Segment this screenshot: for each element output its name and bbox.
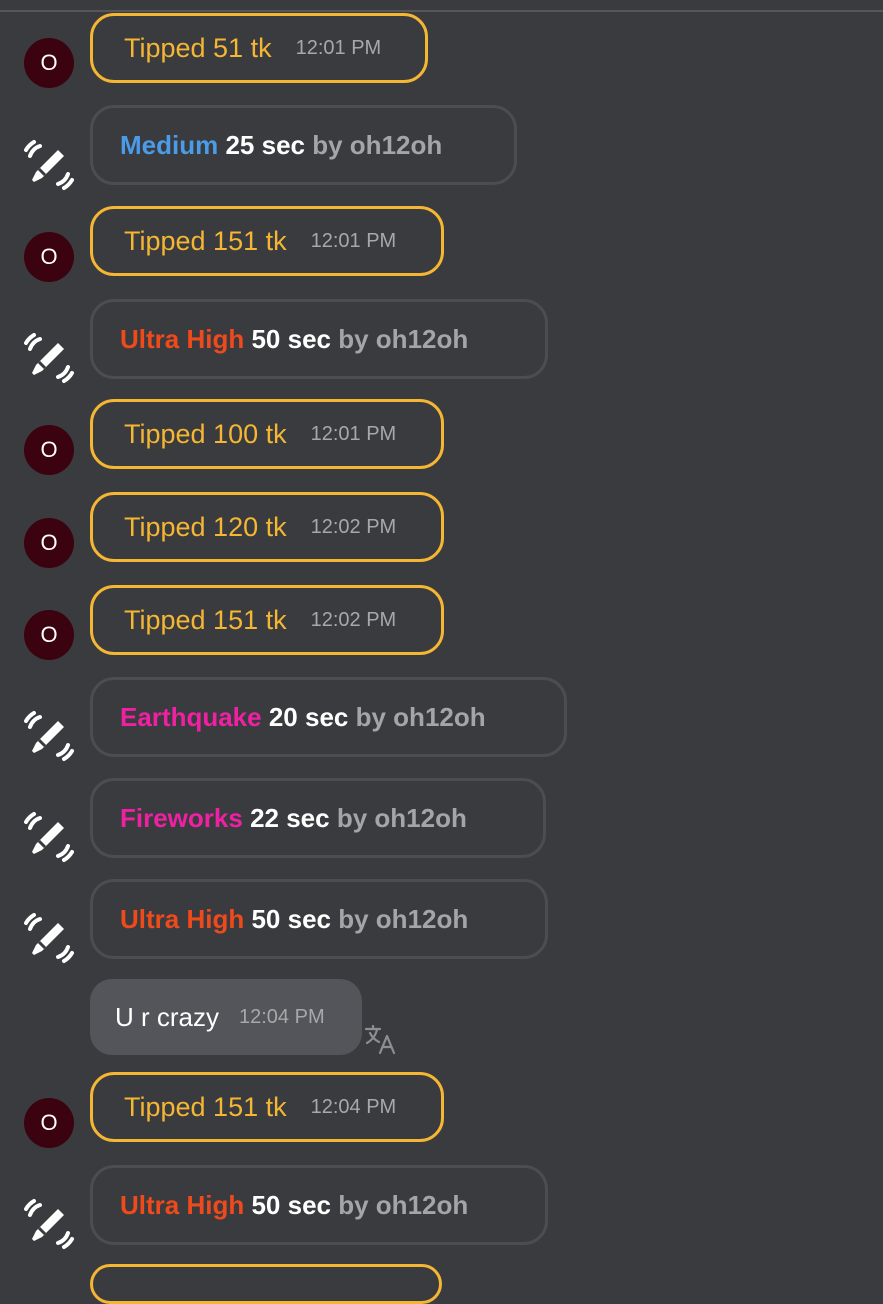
avatar[interactable]: O bbox=[24, 425, 74, 475]
tip-message: Tipped 51 tk 12:01 PM bbox=[90, 13, 428, 83]
timestamp: 12:01 PM bbox=[310, 422, 397, 445]
level-duration: 22 sec bbox=[250, 802, 330, 833]
tip-text: Tipped 100 tk bbox=[124, 418, 287, 449]
avatar[interactable]: O bbox=[24, 1098, 74, 1148]
vibration-level-message: Earthquake 20 sec by oh12oh bbox=[90, 677, 567, 757]
vibration-toy-icon bbox=[24, 812, 74, 862]
tip-message: Tipped 151 tk 12:04 PM bbox=[90, 1072, 444, 1142]
level-name: Ultra High bbox=[120, 323, 245, 354]
level-name: Ultra High bbox=[120, 1189, 245, 1220]
level-by: by oh12oh bbox=[338, 323, 469, 354]
vibration-level-message: Ultra High 50 sec by oh12oh bbox=[90, 879, 548, 959]
level-duration: 50 sec bbox=[251, 903, 331, 934]
level-duration: 20 sec bbox=[268, 701, 349, 732]
tip-text: Tipped 51 tk bbox=[124, 32, 272, 63]
level-name: Medium bbox=[120, 129, 219, 160]
tip-message: Tipped 120 tk 12:02 PM bbox=[90, 492, 444, 562]
avatar[interactable]: O bbox=[24, 610, 74, 660]
vibration-toy-icon bbox=[24, 913, 74, 963]
level-by: by oh12oh bbox=[338, 1189, 469, 1220]
vibration-level-message: Medium 25 sec by oh12oh bbox=[90, 105, 517, 185]
vibration-toy-icon bbox=[24, 333, 74, 383]
vibration-level-message: Fireworks 22 sec by oh12oh bbox=[90, 778, 546, 858]
tip-text: Tipped 151 tk bbox=[124, 225, 287, 256]
vibration-level-message: Ultra High 50 sec by oh12oh bbox=[90, 299, 548, 379]
level-duration: 50 sec bbox=[251, 323, 331, 354]
level-name: Earthquake bbox=[120, 701, 262, 732]
vibration-toy-icon bbox=[24, 140, 74, 190]
translate-icon[interactable] bbox=[363, 1022, 397, 1056]
level-by: by oh12oh bbox=[336, 802, 467, 833]
timestamp: 12:04 PM bbox=[310, 1095, 397, 1118]
tip-text: Tipped 151 tk bbox=[124, 1091, 287, 1122]
avatar[interactable]: O bbox=[24, 518, 74, 568]
level-duration: 50 sec bbox=[251, 1189, 331, 1220]
chat-message[interactable]: U r crazy 12:04 PM bbox=[90, 979, 362, 1055]
tip-text: Tipped 120 tk bbox=[124, 511, 287, 542]
vibration-toy-icon bbox=[24, 711, 74, 761]
level-name: Ultra High bbox=[120, 903, 245, 934]
avatar[interactable]: O bbox=[24, 38, 74, 88]
vibration-toy-icon bbox=[24, 1199, 74, 1249]
tip-text: Tipped 151 tk bbox=[124, 604, 287, 635]
timestamp: 12:04 PM bbox=[239, 1005, 325, 1028]
timestamp: 12:02 PM bbox=[310, 608, 397, 631]
level-name: Fireworks bbox=[120, 802, 243, 833]
tip-message: Tipped 151 tk 12:02 PM bbox=[90, 585, 444, 655]
tip-message: Tipped 100 tk 12:01 PM bbox=[90, 399, 444, 469]
level-duration: 25 sec bbox=[225, 129, 305, 160]
timestamp: 12:01 PM bbox=[310, 229, 397, 252]
message-text: U r crazy bbox=[115, 1001, 219, 1032]
level-by: by oh12oh bbox=[338, 903, 469, 934]
timestamp: 12:01 PM bbox=[295, 36, 382, 59]
level-by: by oh12oh bbox=[312, 129, 443, 160]
top-divider bbox=[0, 10, 883, 12]
tip-message: Tipped 151 tk 12:01 PM bbox=[90, 206, 444, 276]
tip-message-partial bbox=[90, 1264, 442, 1304]
timestamp: 12:02 PM bbox=[310, 515, 397, 538]
vibration-level-message: Ultra High 50 sec by oh12oh bbox=[90, 1165, 548, 1245]
avatar[interactable]: O bbox=[24, 232, 74, 282]
level-by: by oh12oh bbox=[355, 701, 486, 732]
